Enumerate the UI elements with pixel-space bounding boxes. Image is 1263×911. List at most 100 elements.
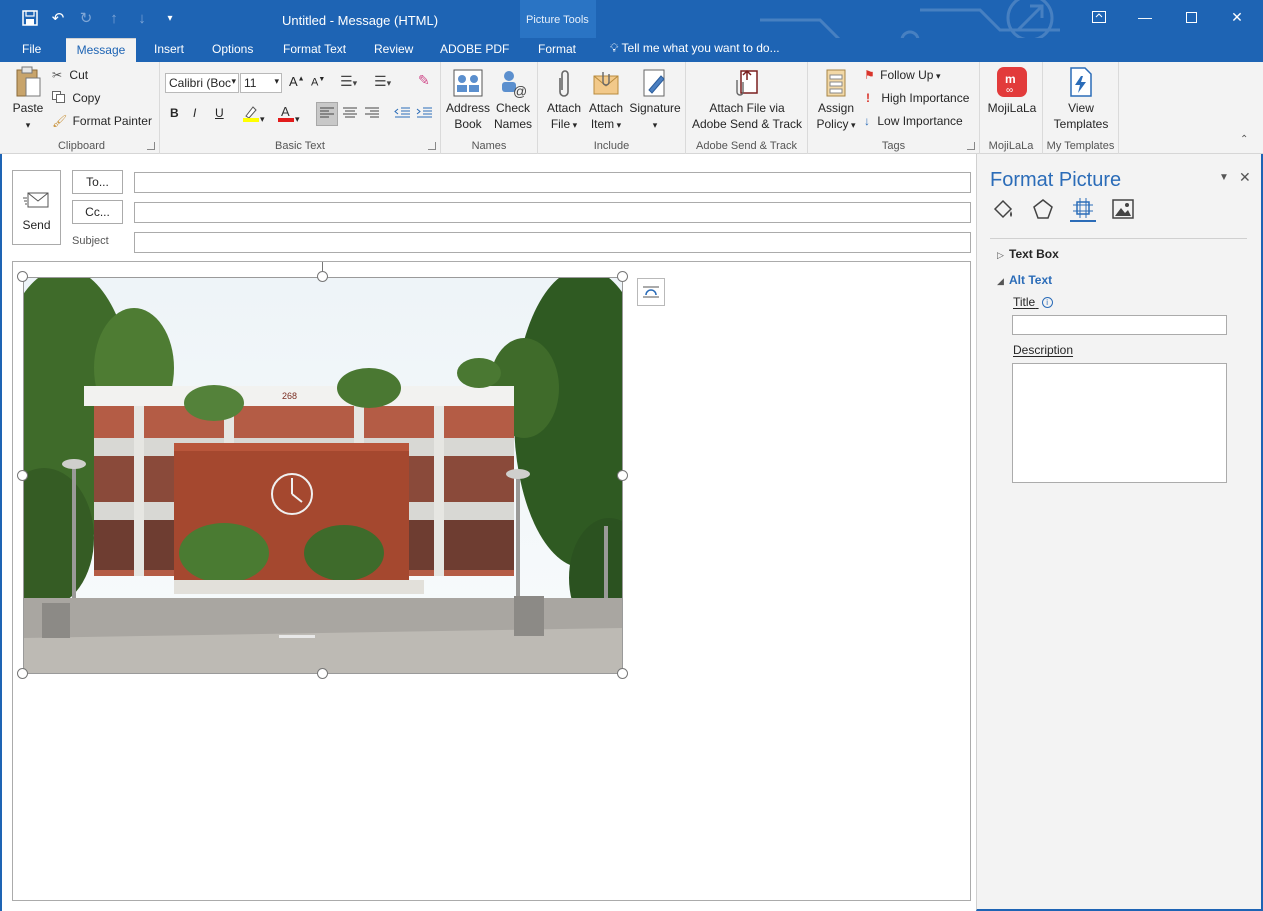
font-color-button[interactable]: A ▾ — [277, 104, 300, 125]
view-templates-label-1: View — [1068, 101, 1094, 115]
address-book-button[interactable]: Address Book — [445, 68, 491, 132]
undo-icon[interactable]: ↶ — [46, 6, 70, 30]
attach-file-button[interactable]: Attach File ▾ — [542, 68, 586, 133]
dialog-launcher-icon[interactable] — [147, 142, 155, 150]
align-left-icon[interactable] — [316, 102, 338, 126]
copy-button[interactable]: Copy — [52, 91, 100, 105]
tab-file[interactable]: File — [16, 38, 47, 62]
up-arrow-icon[interactable]: ↑ — [102, 6, 126, 30]
subject-field[interactable] — [134, 232, 971, 253]
down-arrow-icon[interactable]: ↓ — [130, 6, 154, 30]
pane-close-icon[interactable]: ✕ — [1239, 169, 1251, 186]
pane-options-icon[interactable]: ▼ — [1219, 172, 1229, 183]
cc-button[interactable]: Cc... — [72, 200, 123, 224]
format-painter-button[interactable]: 🖌︎ Format Painter — [52, 114, 152, 128]
alt-title-input[interactable] — [1012, 315, 1227, 335]
inserted-picture[interactable]: 268 — [23, 277, 623, 674]
underline-button[interactable]: U — [215, 106, 224, 120]
ribbon-display-options-icon[interactable] — [1076, 0, 1122, 34]
close-icon[interactable]: ✕ — [1214, 0, 1260, 34]
maximize-icon[interactable] — [1168, 0, 1214, 34]
window-title: Untitled - Message (HTML) — [282, 13, 439, 28]
to-button[interactable]: To... — [72, 170, 123, 194]
tell-me-search[interactable]: 💡︎ Tell me what you want to do... — [610, 41, 780, 56]
tab-format-text[interactable]: Format Text — [277, 38, 352, 62]
info-icon[interactable]: i — [1041, 297, 1053, 308]
resize-handle[interactable] — [17, 470, 28, 481]
message-body[interactable]: 268 — [12, 261, 971, 901]
customize-qat-icon[interactable]: ▾ — [158, 6, 182, 30]
signature-button[interactable]: Signature ▾ — [628, 68, 682, 133]
bullets-icon[interactable]: ☰▾ — [340, 73, 357, 90]
minimize-icon[interactable]: — — [1122, 0, 1168, 34]
svg-text:@: @ — [513, 83, 527, 98]
alt-text-section[interactable]: ◢ Alt Text — [997, 273, 1052, 287]
resize-handle[interactable] — [617, 668, 628, 679]
view-templates-button[interactable]: View Templates — [1045, 66, 1117, 132]
resize-handle[interactable] — [617, 470, 628, 481]
paste-button[interactable]: Paste ▾ — [10, 66, 46, 133]
dropdown-arrow-icon: ▾ — [614, 120, 622, 130]
low-importance-button[interactable]: ↓ Low Importance — [864, 114, 963, 128]
tab-format[interactable]: Format — [532, 38, 582, 62]
adobe-send-track-group: Attach File via Adobe Send & Track Adobe… — [686, 62, 808, 154]
resize-handle[interactable] — [17, 668, 28, 679]
layout-options-icon[interactable] — [637, 278, 665, 306]
resize-handle[interactable] — [317, 668, 328, 679]
mojilala-button[interactable]: m ∞ MojiLaLa — [984, 66, 1040, 116]
follow-up-button[interactable]: ⚑ Follow Up ▾ — [864, 68, 941, 82]
shrink-font-icon[interactable]: A▼ — [311, 76, 325, 89]
text-box-section[interactable]: ▷ Text Box — [997, 247, 1059, 261]
effects-icon[interactable] — [1030, 196, 1056, 222]
assign-policy-button[interactable]: Assign Policy ▾ — [812, 68, 860, 133]
font-size-combo[interactable]: 11 ▾ — [240, 73, 282, 93]
tab-options[interactable]: Options — [206, 38, 259, 62]
increase-indent-icon[interactable] — [414, 103, 434, 126]
include-group-label: Include — [593, 140, 630, 152]
to-field[interactable] — [134, 172, 971, 193]
attach-file-via-adobe-button[interactable]: Attach File via Adobe Send & Track — [688, 68, 806, 132]
collapse-ribbon-icon[interactable]: ⌃ — [1240, 134, 1248, 145]
dialog-launcher-icon[interactable] — [967, 142, 975, 150]
send-button[interactable]: Send — [12, 170, 61, 245]
view-templates-icon — [1070, 67, 1092, 97]
cut-button[interactable]: ✂ Cut — [52, 68, 88, 82]
cc-field[interactable] — [134, 202, 971, 223]
resize-handle[interactable] — [617, 271, 628, 282]
fill-line-icon[interactable] — [990, 196, 1016, 222]
font-name-combo[interactable]: Calibri (Boc ▾ — [165, 73, 239, 93]
check-names-button[interactable]: @ Check Names — [491, 68, 535, 132]
align-center-icon[interactable] — [340, 103, 360, 126]
quick-access-toolbar: ↶ ↻ ↑ ↓ ▾ — [18, 6, 182, 30]
clear-formatting-icon[interactable]: ✎ — [418, 72, 430, 89]
send-label: Send — [22, 218, 51, 232]
numbering-icon[interactable]: ☰▾ — [374, 73, 391, 90]
italic-button[interactable]: I — [193, 106, 196, 120]
align-right-icon[interactable] — [362, 103, 382, 126]
highlight-color-button[interactable]: ▾ — [242, 104, 265, 125]
layout-properties-icon[interactable] — [1070, 196, 1096, 222]
save-icon[interactable] — [18, 6, 42, 30]
alt-description-input[interactable] — [1012, 363, 1227, 483]
tab-insert[interactable]: Insert — [148, 38, 190, 62]
tab-message[interactable]: Message — [66, 38, 136, 62]
tab-review[interactable]: Review — [368, 38, 419, 62]
adobe-label-1: Attach File via — [709, 101, 785, 115]
resize-handle[interactable] — [317, 271, 328, 282]
down-arrow-icon: ↓ — [864, 114, 870, 128]
resize-handle[interactable] — [17, 271, 28, 282]
redo-icon[interactable]: ↻ — [74, 6, 98, 30]
tags-group: Assign Policy ▾ ⚑ Follow Up ▾ ! High Imp… — [808, 62, 980, 154]
attach-item-button[interactable]: Attach Item ▾ — [584, 68, 628, 133]
bold-button[interactable]: B — [170, 106, 179, 120]
tab-adobe-pdf[interactable]: ADOBE PDF — [434, 38, 515, 62]
grow-font-icon[interactable]: A▲ — [289, 74, 305, 89]
font-size-value: 11 — [244, 76, 257, 90]
picture-icon[interactable] — [1110, 196, 1136, 222]
dropdown-arrow-icon: ▾ — [933, 71, 941, 81]
decrease-indent-icon[interactable] — [392, 103, 412, 126]
dialog-launcher-icon[interactable] — [428, 142, 436, 150]
clipboard-group: Paste ▾ ✂ Cut Copy 🖌︎ Format Painter Cli… — [4, 62, 160, 154]
mojilala-icon: m ∞ — [997, 67, 1027, 97]
high-importance-button[interactable]: ! High Importance — [866, 91, 969, 105]
